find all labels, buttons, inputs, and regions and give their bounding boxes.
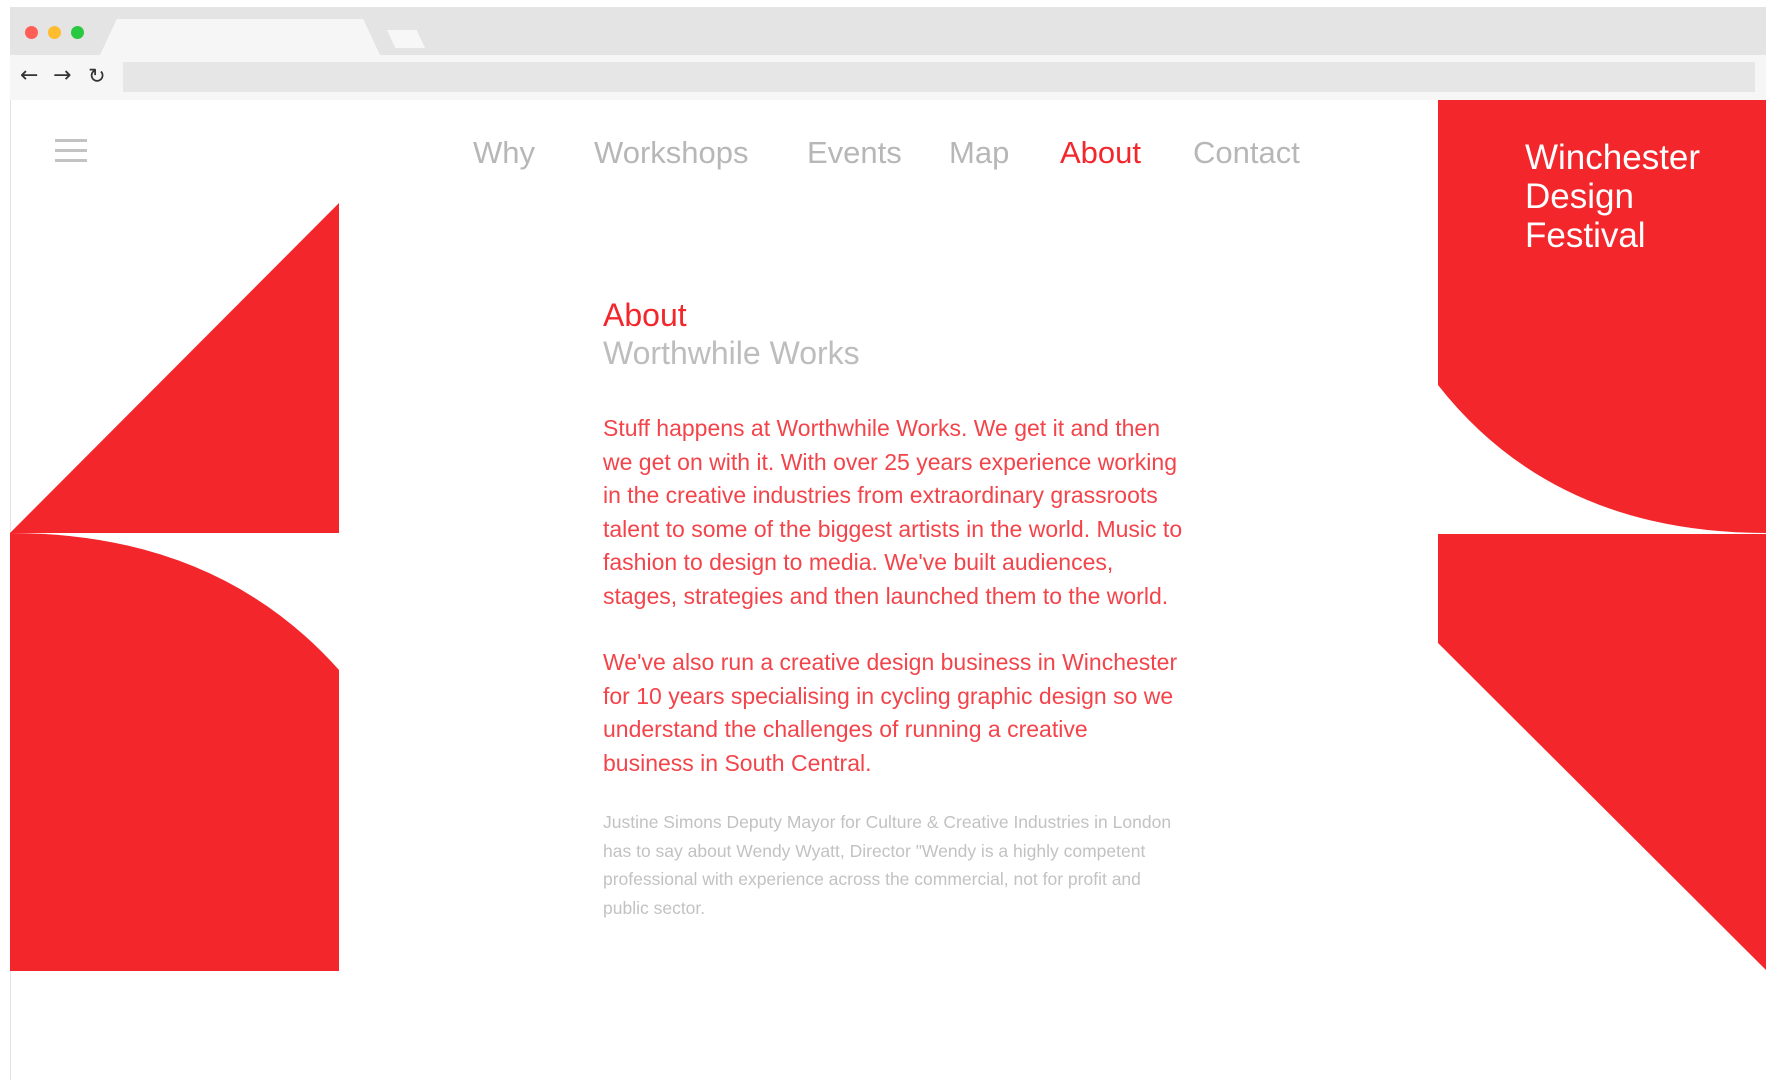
- arrow-left-icon[interactable]: ←: [20, 62, 38, 90]
- red-triangle-left: [10, 203, 339, 533]
- logo-line: Winchester: [1525, 138, 1701, 177]
- reload-icon[interactable]: ↻: [88, 62, 106, 90]
- decorative-shapes-left: [10, 203, 339, 971]
- nav-item-why[interactable]: Why: [473, 135, 535, 171]
- logo-line: Design: [1525, 177, 1634, 216]
- window-minimize-button[interactable]: [48, 26, 61, 39]
- nav-item-contact[interactable]: Contact: [1193, 135, 1300, 171]
- nav-item-map[interactable]: Map: [949, 135, 1009, 171]
- testimonial-quote: Justine Simons Deputy Mayor for Culture …: [603, 812, 1172, 918]
- page-viewport: Winchester Design Festival Why Workshops…: [10, 100, 1766, 1080]
- window-close-button[interactable]: [25, 26, 38, 39]
- red-quarter-circle-left: [10, 533, 339, 971]
- logo-line: Festival: [1525, 216, 1646, 255]
- about-paragraph: Stuff happens at Worthwhile Works. We ge…: [603, 415, 1183, 609]
- page-title: About: [603, 297, 687, 333]
- about-paragraph: We've also run a creative design busines…: [603, 649, 1178, 776]
- about-content: About Worthwhile Works Stuff happens at …: [603, 296, 1183, 922]
- nav-item-about[interactable]: About: [1060, 135, 1141, 171]
- nav-item-workshops[interactable]: Workshops: [594, 135, 749, 171]
- window-maximize-button[interactable]: [71, 26, 84, 39]
- address-bar[interactable]: [123, 62, 1755, 92]
- browser-tab-active[interactable]: [100, 19, 380, 55]
- site-logo[interactable]: Winchester Design Festival: [1525, 138, 1755, 255]
- arrow-right-icon[interactable]: →: [53, 62, 71, 90]
- page-subtitle: Worthwhile Works: [603, 335, 860, 371]
- red-trapezoid-right: [1438, 534, 1766, 970]
- nav-item-events[interactable]: Events: [807, 135, 902, 171]
